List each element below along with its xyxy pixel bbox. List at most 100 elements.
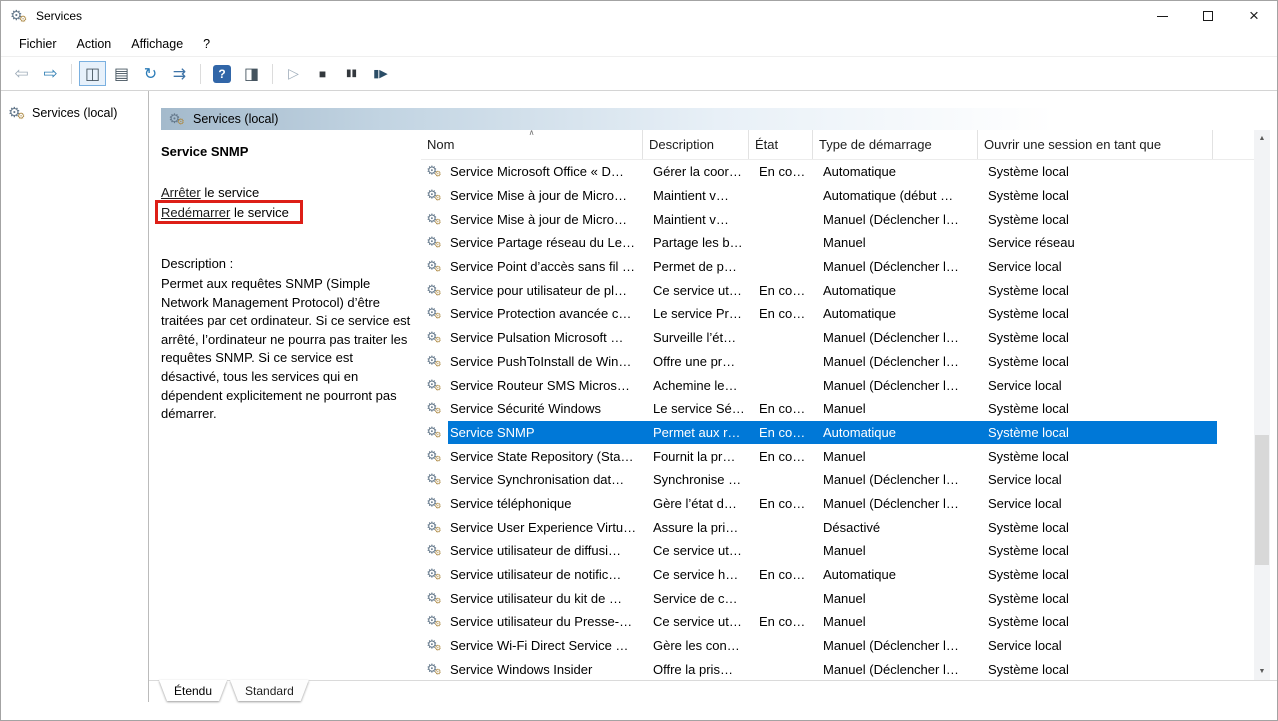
console-tree-panel: Services (local) xyxy=(1,91,149,702)
titlebar: Services × xyxy=(1,1,1277,31)
show-hide-console-tree-icon[interactable]: ◫ xyxy=(79,61,106,86)
stop-service-link[interactable]: Arrêter xyxy=(161,185,201,200)
row-columns: Service pour utilisateur de pl…Ce servic… xyxy=(448,278,1217,302)
services-app-icon xyxy=(10,8,29,25)
cell-type-demarrage: Manuel (Déclencher l… xyxy=(817,634,982,658)
menu-fichier[interactable]: Fichier xyxy=(9,33,67,55)
properties-icon[interactable]: ▤ xyxy=(108,61,135,86)
cell-session: Système local xyxy=(982,444,1217,468)
cell-etat xyxy=(753,255,817,279)
vertical-scrollbar[interactable]: ▲ ▼ xyxy=(1254,130,1270,680)
content-row: Service SNMP Arrêter le service Redémarr… xyxy=(161,130,1277,680)
toolbar-separator xyxy=(272,64,273,84)
cell-session: Système local xyxy=(982,610,1217,634)
table-row[interactable]: Service utilisateur de notific…Ce servic… xyxy=(421,563,1254,587)
cell-session: Service local xyxy=(982,255,1217,279)
menu-action[interactable]: Action xyxy=(67,33,122,55)
table-row[interactable]: Service téléphoniqueGère l’état d…En co…… xyxy=(421,492,1254,516)
scroll-down-button[interactable]: ▼ xyxy=(1254,663,1270,680)
table-row[interactable]: Service Mise à jour de Micro…Maintient v… xyxy=(421,184,1254,208)
cell-description: Permet aux r… xyxy=(647,421,753,445)
back-icon[interactable]: ⇦ xyxy=(8,61,35,86)
scroll-up-button[interactable]: ▲ xyxy=(1254,130,1270,147)
row-columns: Service Mise à jour de Micro…Maintient v… xyxy=(448,207,1217,231)
tab-etendu[interactable]: Étendu xyxy=(159,680,227,701)
service-gear-icon xyxy=(426,164,446,179)
main-area: Services (local) Services (local) Servic… xyxy=(1,91,1277,702)
stop-service-icon[interactable]: ■ xyxy=(309,61,336,86)
scrollbar-thumb[interactable] xyxy=(1255,435,1269,565)
close-button[interactable]: × xyxy=(1231,1,1277,31)
cell-description: Synchronise … xyxy=(647,468,753,492)
cell-session: Système local xyxy=(982,539,1217,563)
table-row[interactable]: Service PushToInstall de Win…Offre une p… xyxy=(421,350,1254,374)
table-row[interactable]: Service Wi-Fi Direct Service …Gère les c… xyxy=(421,634,1254,658)
column-header-description[interactable]: Description xyxy=(643,130,749,159)
help-icon[interactable]: ? xyxy=(213,65,231,83)
cell-etat: En co… xyxy=(753,160,817,184)
table-row[interactable]: Service Pulsation Microsoft …Surveille l… xyxy=(421,326,1254,350)
table-row[interactable]: Service pour utilisateur de pl…Ce servic… xyxy=(421,278,1254,302)
cell-session: Service local xyxy=(982,492,1217,516)
cell-nom: Service Mise à jour de Micro… xyxy=(448,184,647,208)
sort-ascending-icon: ∧ xyxy=(529,128,535,137)
cell-session: Système local xyxy=(982,326,1217,350)
table-row[interactable]: Service utilisateur de diffusi…Ce servic… xyxy=(421,539,1254,563)
table-row[interactable]: Service Synchronisation dat…Synchronise … xyxy=(421,468,1254,492)
column-header-nom[interactable]: Nom∧ xyxy=(421,130,643,159)
cell-description: Ce service ut… xyxy=(647,610,753,634)
service-gear-icon xyxy=(426,496,446,511)
restart-link-suffix: le service xyxy=(230,205,289,220)
start-service-icon[interactable]: ▷ xyxy=(280,61,307,86)
table-row-selected[interactable]: Service SNMPPermet aux r…En co…Automatiq… xyxy=(421,421,1254,445)
column-header-etat[interactable]: État xyxy=(749,130,813,159)
table-row[interactable]: Service utilisateur du kit de …Service d… xyxy=(421,586,1254,610)
menubar: FichierActionAffichage? xyxy=(1,31,1277,57)
cell-etat xyxy=(753,207,817,231)
cell-nom: Service pour utilisateur de pl… xyxy=(448,278,647,302)
cell-nom: Service Wi-Fi Direct Service … xyxy=(448,634,647,658)
table-row[interactable]: Service utilisateur du Presse-…Ce servic… xyxy=(421,610,1254,634)
table-row[interactable]: Service User Experience Virtu…Assure la … xyxy=(421,515,1254,539)
selected-service-title: Service SNMP xyxy=(161,144,413,159)
refresh-icon[interactable]: ↻ xyxy=(137,61,164,86)
cell-session: Système local xyxy=(982,302,1217,326)
table-row[interactable]: Service Protection avancée c…Le service … xyxy=(421,302,1254,326)
cell-etat xyxy=(753,657,817,680)
table-row[interactable]: Service Routeur SMS Micros…Achemine le…M… xyxy=(421,373,1254,397)
menu-affichage[interactable]: Affichage xyxy=(121,33,193,55)
column-header-type-demarrage[interactable]: Type de démarrage xyxy=(813,130,978,159)
tab-standard[interactable]: Standard xyxy=(230,680,309,701)
toolbar: ⇦⇨ ◫▤↻⇉? ◨ ▷■▮▮▮▶ xyxy=(1,57,1277,91)
minimize-button[interactable] xyxy=(1139,1,1185,31)
cell-etat: En co… xyxy=(753,610,817,634)
tree-item-services-local[interactable]: Services (local) xyxy=(1,103,148,123)
row-columns: Service Mise à jour de Micro…Maintient v… xyxy=(448,184,1217,208)
restart-service-icon[interactable]: ▮▶ xyxy=(367,61,394,86)
table-row[interactable]: Service State Repository (Sta…Fournit la… xyxy=(421,444,1254,468)
maximize-button[interactable] xyxy=(1185,1,1231,31)
restart-service-link[interactable]: Redémarrer xyxy=(161,205,230,220)
show-hide-action-pane-icon[interactable]: ◨ xyxy=(238,61,265,86)
cell-etat xyxy=(753,373,817,397)
table-row[interactable]: Service Mise à jour de Micro…Maintient v… xyxy=(421,207,1254,231)
row-columns: Service utilisateur de notific…Ce servic… xyxy=(448,563,1217,587)
cell-etat: En co… xyxy=(753,278,817,302)
table-row[interactable]: Service Sécurité WindowsLe service Sé…En… xyxy=(421,397,1254,421)
table-row[interactable]: Service Windows InsiderOffre la pris…Man… xyxy=(421,657,1254,680)
row-columns: Service utilisateur du Presse-…Ce servic… xyxy=(448,610,1217,634)
export-list-icon[interactable]: ⇉ xyxy=(166,61,193,86)
cell-session: Système local xyxy=(982,207,1217,231)
cell-description: Permet de p… xyxy=(647,255,753,279)
cell-description: Achemine le… xyxy=(647,373,753,397)
column-header-session[interactable]: Ouvrir une session en tant que xyxy=(978,130,1213,159)
table-row[interactable]: Service Partage réseau du Le…Partage les… xyxy=(421,231,1254,255)
column-header-label: Description xyxy=(649,137,714,152)
services-node-icon xyxy=(8,105,27,122)
menu-aide[interactable]: ? xyxy=(193,33,220,55)
table-row[interactable]: Service Point d’accès sans fil …Permet d… xyxy=(421,255,1254,279)
pause-service-icon[interactable]: ▮▮ xyxy=(338,61,365,86)
forward-icon[interactable]: ⇨ xyxy=(37,61,64,86)
cell-type-demarrage: Désactivé xyxy=(817,515,982,539)
table-row[interactable]: Service Microsoft Office « D…Gérer la co… xyxy=(421,160,1254,184)
